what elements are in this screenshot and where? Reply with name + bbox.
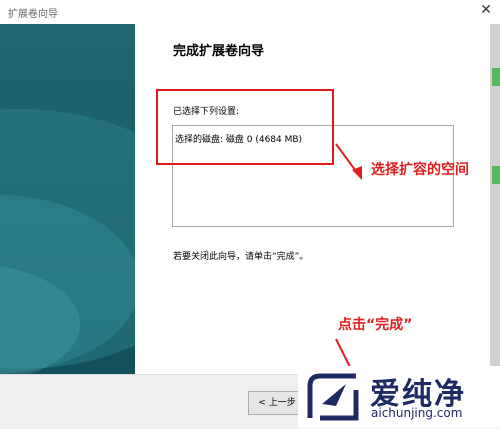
wizard-content: 完成扩展卷向导 已选择下列设置: 选择的磁盘: 磁盘 0 (4684 MB) 若… <box>135 24 490 374</box>
arrow-icon <box>335 143 362 180</box>
finish-instruction: 若要关闭此向导，请单击“完成”。 <box>173 252 309 262</box>
side-panel-decoration <box>0 109 135 374</box>
watermark-url: aichunjing.com <box>371 406 463 420</box>
window-title: 扩展卷向导 <box>8 9 58 20</box>
background-window-edge <box>490 24 500 374</box>
close-icon[interactable]: ✕ <box>478 2 494 18</box>
page-title: 完成扩展卷向导 <box>173 44 265 59</box>
watermark: 爱纯净 aichunjing.com <box>298 366 500 428</box>
highlight-box <box>156 89 334 165</box>
wizard-side-panel <box>0 24 135 374</box>
title-bar: 扩展卷向导 ✕ <box>0 0 500 25</box>
annotation-click: 点击“完成” <box>338 317 413 333</box>
logo-icon <box>307 373 359 421</box>
annotation-space: 选择扩容的空间 <box>371 162 469 178</box>
disk-bar <box>492 166 500 184</box>
disk-bar <box>492 68 500 86</box>
